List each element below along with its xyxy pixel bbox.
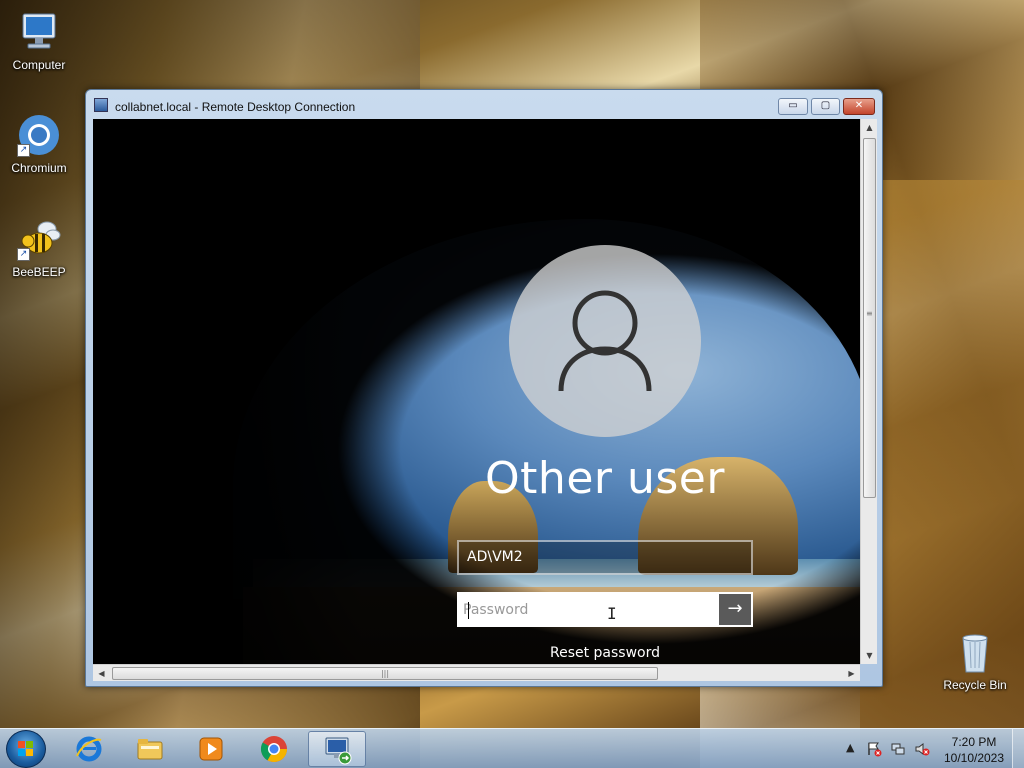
clock-time: 7:20 PM [951, 735, 997, 749]
desktop-icon-computer[interactable]: Computer [1, 10, 77, 72]
system-clock[interactable]: 7:20 PM 10/10/2023 [936, 734, 1012, 766]
volume-muted-icon[interactable] [914, 741, 930, 757]
clock-date: 10/10/2023 [943, 751, 1005, 765]
scroll-left-arrow-icon[interactable]: ◀ [93, 665, 110, 682]
reset-password-link[interactable]: Reset password [513, 645, 697, 661]
windows-logo-icon [18, 741, 34, 757]
desktop-icon-label: Chromium [11, 161, 67, 175]
chrome-icon [260, 736, 288, 763]
ibeam-cursor-icon: I [607, 604, 617, 623]
chromium-icon: ↗ [17, 113, 61, 157]
horizontal-scrollbar[interactable]: ◀ ||| ▶ [93, 664, 860, 681]
desktop-icon-recycle-bin[interactable]: Recycle Bin [937, 630, 1013, 692]
network-icon[interactable] [890, 741, 906, 757]
desktop-icon-label: Recycle Bin [943, 678, 1007, 692]
show-desktop-button[interactable] [1012, 729, 1024, 768]
media-player-icon [199, 737, 223, 761]
taskbar-chrome[interactable] [245, 731, 303, 767]
desktop-icon-chromium[interactable]: ↗ Chromium [1, 113, 77, 175]
user-name-heading: Other user [485, 453, 725, 504]
desktop-icon-beebeep[interactable]: ↗ BeeBEEP [1, 217, 77, 279]
action-center-flag-icon[interactable] [866, 741, 882, 757]
minimize-button[interactable]: ▭ [778, 98, 808, 115]
password-input[interactable] [463, 598, 715, 622]
text-caret [468, 602, 469, 619]
user-avatar [509, 245, 701, 437]
computer-icon [17, 10, 61, 54]
show-hidden-icons-chevron-icon[interactable]: ▲ [846, 741, 854, 754]
remote-desktop-icon [94, 98, 108, 112]
taskbar-file-explorer[interactable] [121, 731, 179, 767]
scroll-up-arrow-icon[interactable]: ▲ [861, 119, 878, 136]
bee-icon: ↗ [17, 217, 61, 261]
horizontal-scroll-thumb[interactable]: ||| [112, 667, 658, 680]
desktop-icon-label: Computer [12, 58, 66, 72]
lockscreen-cave-shade [93, 119, 860, 664]
file-explorer-icon [137, 739, 163, 760]
taskbar: ▲ 7:20 PM 10/10/2023 [0, 728, 1024, 768]
desktop-icon-label: BeeBEEP [12, 265, 66, 279]
scroll-right-arrow-icon[interactable]: ▶ [843, 665, 860, 682]
remote-desktop-icon [325, 737, 352, 765]
password-box[interactable]: → [457, 592, 753, 627]
close-button[interactable]: ✕ [843, 98, 875, 115]
vertical-scrollbar[interactable]: ▲ ≡ ▼ [860, 119, 877, 664]
maximize-button[interactable]: ▢ [811, 98, 840, 115]
recycle-bin-icon [953, 630, 997, 674]
scroll-down-arrow-icon[interactable]: ▼ [861, 647, 878, 664]
window-title: collabnet.local - Remote Desktop Connect… [115, 100, 356, 114]
remote-desktop-window[interactable]: collabnet.local - Remote Desktop Connect… [85, 89, 883, 687]
internet-explorer-icon [76, 736, 102, 762]
window-titlebar[interactable]: collabnet.local - Remote Desktop Connect… [86, 90, 882, 120]
shortcut-arrow-icon: ↗ [17, 248, 30, 261]
start-button[interactable] [6, 730, 46, 768]
scroll-grip-icon: ≡ [866, 309, 873, 318]
submit-arrow-button[interactable]: → [719, 594, 751, 625]
vertical-scroll-thumb[interactable]: ≡ [863, 138, 876, 498]
username-field[interactable]: AD\VM2 [457, 540, 753, 575]
taskbar-remote-desktop[interactable] [308, 731, 366, 767]
remote-session-view[interactable]: Other user AD\VM2 → I Reset password [93, 119, 860, 664]
user-silhouette-icon [558, 290, 652, 392]
taskbar-media-player[interactable] [182, 731, 240, 767]
shortcut-arrow-icon: ↗ [17, 144, 30, 157]
taskbar-internet-explorer[interactable] [60, 731, 118, 767]
